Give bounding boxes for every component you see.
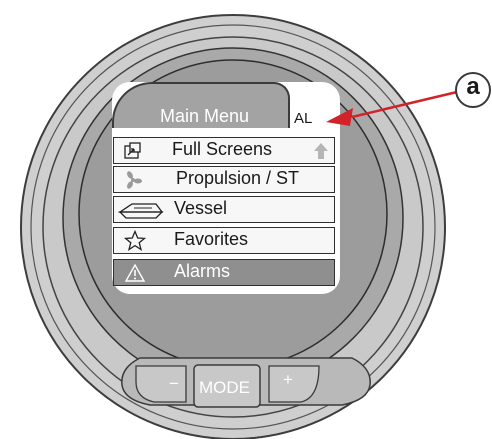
plus-button[interactable]: +	[265, 360, 323, 404]
mode-label: MODE	[199, 378, 250, 397]
minus-label: −	[169, 374, 179, 393]
minus-button[interactable]: −	[132, 360, 190, 404]
gauge-device: Main Menu AL Full Screens Propulsion / S…	[0, 0, 492, 439]
plus-label: +	[283, 370, 293, 389]
mode-button[interactable]: MODE	[193, 364, 261, 408]
